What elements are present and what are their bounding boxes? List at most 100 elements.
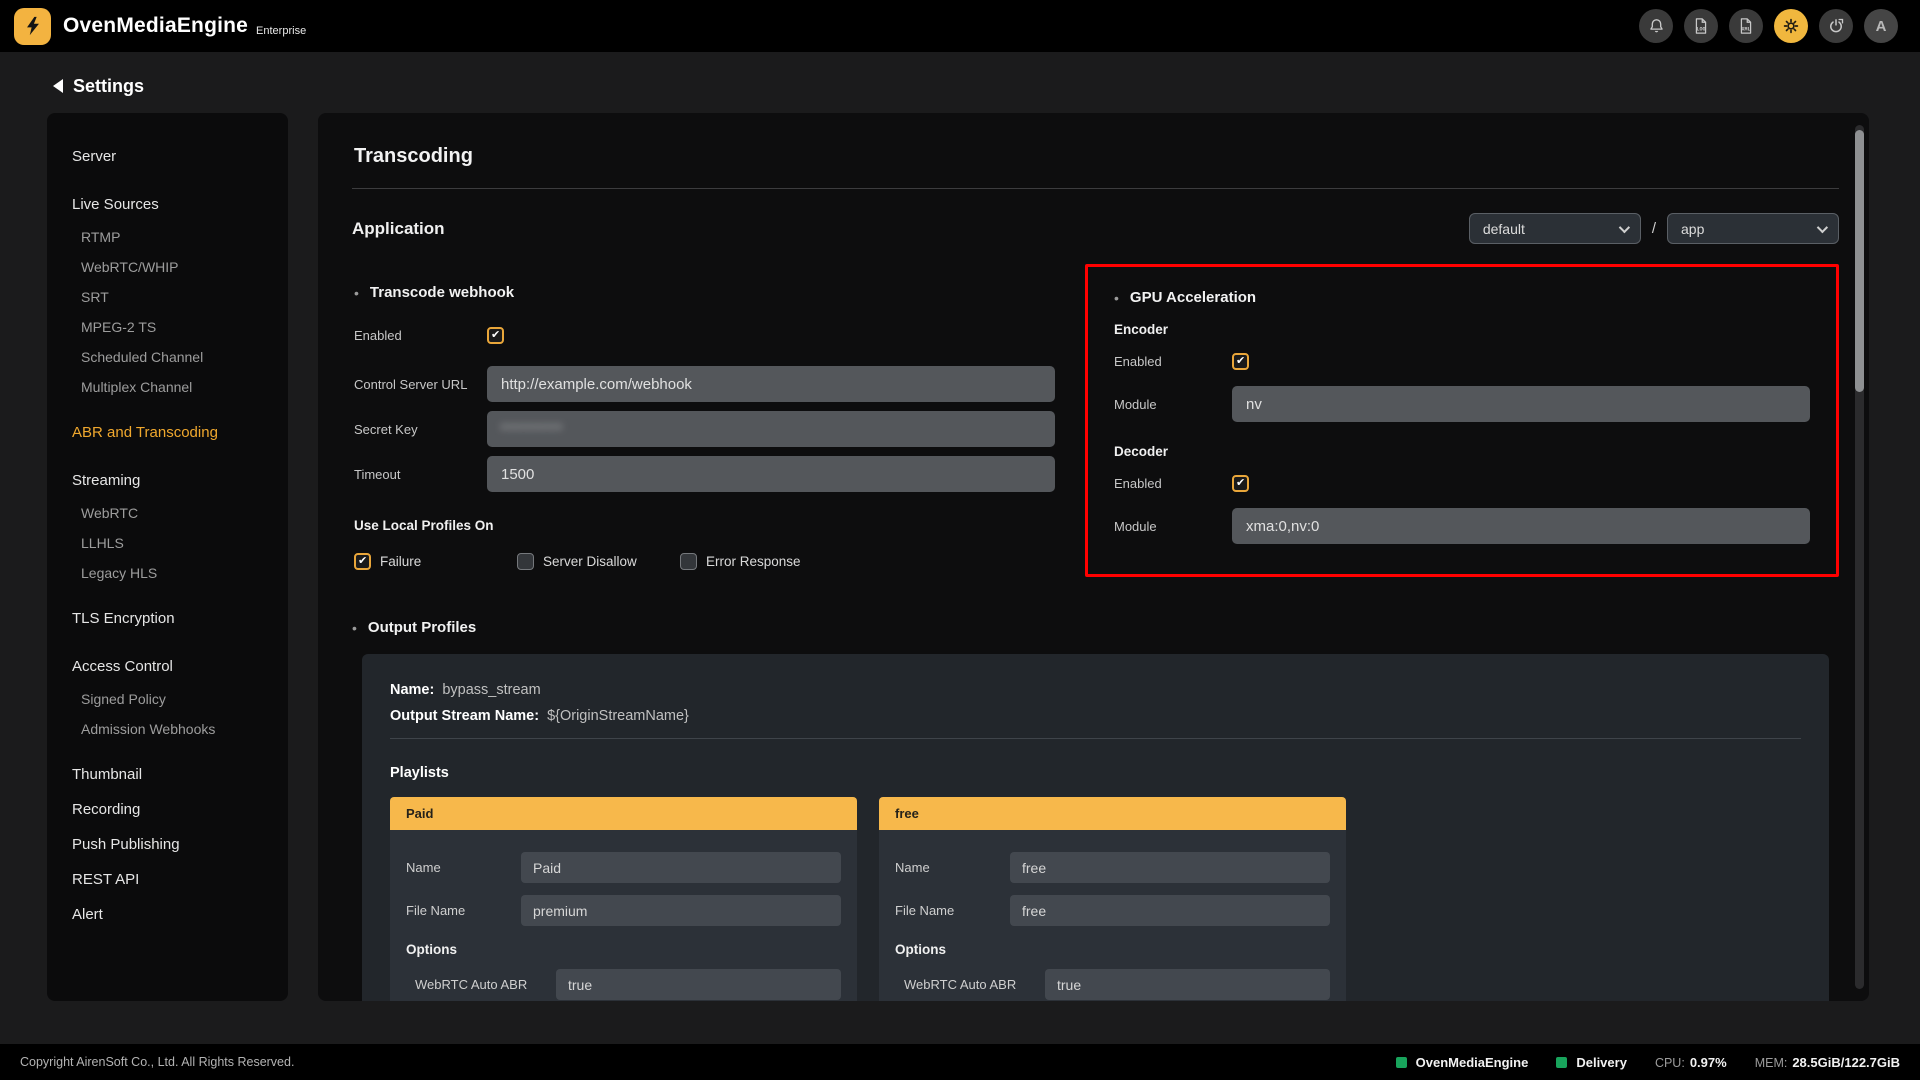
output-stream-name-line: Output Stream Name: ${OriginStreamName} (390, 708, 1801, 724)
restart-button[interactable] (1819, 9, 1853, 43)
page-breadcrumb-title: Settings (73, 76, 144, 97)
secret-key-row: Secret Key ******** (354, 411, 1055, 447)
sidebar-item-abr-and-transcoding[interactable]: ABR and Transcoding (62, 415, 278, 450)
server-disallow-checkbox-group: Server Disallow (517, 553, 680, 570)
playlist-file-name-input[interactable] (1010, 895, 1330, 926)
encoder-module-row: Module (1114, 386, 1810, 422)
gpu-acceleration-section: GPU Acceleration Encoder Enabled Module … (1085, 264, 1839, 577)
log-file-button[interactable]: LOG (1684, 9, 1718, 43)
breadcrumb[interactable]: Settings (0, 52, 1920, 100)
sidebar-item-legacy-hls[interactable]: Legacy HLS (62, 558, 278, 588)
page-title: Transcoding (354, 145, 1839, 168)
divider (352, 188, 1839, 189)
local-profiles-checkbox-row: Failure Server Disallow Error Response (354, 553, 1055, 570)
encoder-module-input[interactable] (1232, 386, 1810, 422)
status-delivery: Delivery (1556, 1055, 1627, 1070)
sidebar-item-thumbnail[interactable]: Thumbnail (62, 757, 278, 792)
encoder-enabled-label: Enabled (1114, 354, 1232, 369)
webrtc-auto-abr-row: WebRTC Auto ABR (406, 969, 841, 1000)
status-footer: Copyright AirenSoft Co., Ltd. All Rights… (0, 1044, 1920, 1080)
avatar-initial: A (1876, 18, 1887, 35)
navbar-icons: LOG XML (1639, 9, 1898, 43)
webhook-enabled-checkbox[interactable] (487, 327, 504, 344)
log-file-icon: LOG (1691, 16, 1711, 36)
profile-name-value: bypass_stream (442, 682, 540, 698)
playlist-name-row: Name (895, 852, 1330, 883)
mem-label: MEM: (1755, 1056, 1788, 1070)
sidebar-item-server[interactable]: Server (62, 139, 278, 174)
vhost-app-selectors: default / app (1469, 213, 1839, 244)
playlists-row: Paid Name File Name Options (390, 797, 1801, 1001)
status-green-indicator (1396, 1057, 1407, 1068)
user-avatar[interactable]: A (1864, 9, 1898, 43)
notifications-button[interactable] (1639, 9, 1673, 43)
transcode-webhook-title: Transcode webhook (354, 284, 1055, 301)
decoder-module-input[interactable] (1232, 508, 1810, 544)
output-profiles-section: Output Profiles Name: bypass_stream Outp… (352, 619, 1839, 1001)
webrtc-auto-abr-input[interactable] (1045, 969, 1330, 1000)
decoder-enabled-label: Enabled (1114, 476, 1232, 491)
decoder-module-label: Module (1114, 519, 1232, 534)
secret-key-input[interactable]: ******** (487, 411, 1055, 447)
scrollbar-track[interactable] (1855, 125, 1864, 989)
output-stream-name-value: ${OriginStreamName} (547, 708, 689, 724)
playlist-header: free (879, 797, 1346, 830)
app-select-value: app (1681, 221, 1704, 237)
gpu-acceleration-title: GPU Acceleration (1114, 289, 1810, 306)
playlist-name-label: Name (406, 860, 521, 875)
sidebar-item-mpeg2-ts[interactable]: MPEG-2 TS (62, 312, 278, 342)
decoder-enabled-checkbox[interactable] (1232, 475, 1249, 492)
error-response-checkbox[interactable] (680, 553, 697, 570)
playlist-name-label: Name (895, 860, 1010, 875)
transcode-webhook-section: Transcode webhook Enabled Control Server… (352, 264, 1077, 570)
sidebar-item-webrtc-whip[interactable]: WebRTC/WHIP (62, 252, 278, 282)
sidebar-item-admission-webhooks[interactable]: Admission Webhooks (62, 714, 278, 744)
server-disallow-label: Server Disallow (543, 554, 637, 569)
decoder-module-row: Module (1114, 508, 1810, 544)
back-arrow-icon (53, 79, 63, 93)
brand-logo (14, 8, 51, 45)
sidebar-item-scheduled-channel[interactable]: Scheduled Channel (62, 342, 278, 372)
timeout-input[interactable] (487, 456, 1055, 492)
playlist-name-input[interactable] (521, 852, 841, 883)
restart-power-icon (1826, 16, 1846, 36)
sidebar-item-push-publishing[interactable]: Push Publishing (62, 827, 278, 862)
status-green-indicator (1556, 1057, 1567, 1068)
sidebar-item-access-control[interactable]: Access Control (62, 649, 278, 684)
sidebar-item-recording[interactable]: Recording (62, 792, 278, 827)
sidebar-item-live-sources[interactable]: Live Sources (62, 187, 278, 222)
app-select[interactable]: app (1667, 213, 1839, 244)
gear-icon (1781, 16, 1801, 36)
sidebar-item-rest-api[interactable]: REST API (62, 862, 278, 897)
output-profile-card: Name: bypass_stream Output Stream Name: … (362, 654, 1829, 1001)
sidebar-item-signed-policy[interactable]: Signed Policy (62, 684, 278, 714)
settings-button[interactable] (1774, 9, 1808, 43)
vhost-select[interactable]: default (1469, 213, 1641, 244)
failure-checkbox[interactable] (354, 553, 371, 570)
secret-key-label: Secret Key (354, 422, 487, 437)
playlist-body: Name File Name Options WebRTC Auto ABR (879, 830, 1346, 1001)
playlist-name-input[interactable] (1010, 852, 1330, 883)
sidebar-item-streaming[interactable]: Streaming (62, 463, 278, 498)
webrtc-auto-abr-input[interactable] (556, 969, 841, 1000)
chevron-down-icon (1619, 221, 1630, 232)
control-server-url-input[interactable] (487, 366, 1055, 402)
xml-config-button[interactable]: XML (1729, 9, 1763, 43)
playlist-file-name-input[interactable] (521, 895, 841, 926)
sidebar-item-webrtc[interactable]: WebRTC (62, 498, 278, 528)
use-local-profiles-label: Use Local Profiles On (354, 518, 1055, 533)
sidebar-item-tls-encryption[interactable]: TLS Encryption (62, 601, 278, 636)
sidebar-item-rtmp[interactable]: RTMP (62, 222, 278, 252)
error-response-label: Error Response (706, 554, 801, 569)
encoder-enabled-checkbox[interactable] (1232, 353, 1249, 370)
sidebar-item-alert[interactable]: Alert (62, 897, 278, 932)
control-server-url-row: Control Server URL (354, 366, 1055, 402)
sidebar-item-srt[interactable]: SRT (62, 282, 278, 312)
playlist-card-free: free Name File Name Options (879, 797, 1346, 1001)
sidebar-item-multiplex-channel[interactable]: Multiplex Channel (62, 372, 278, 402)
sidebar-item-llhls[interactable]: LLHLS (62, 528, 278, 558)
server-disallow-checkbox[interactable] (517, 553, 534, 570)
profile-name-line: Name: bypass_stream (390, 682, 1801, 698)
scrollbar-thumb[interactable] (1855, 130, 1864, 392)
output-profiles-title: Output Profiles (352, 619, 1839, 636)
